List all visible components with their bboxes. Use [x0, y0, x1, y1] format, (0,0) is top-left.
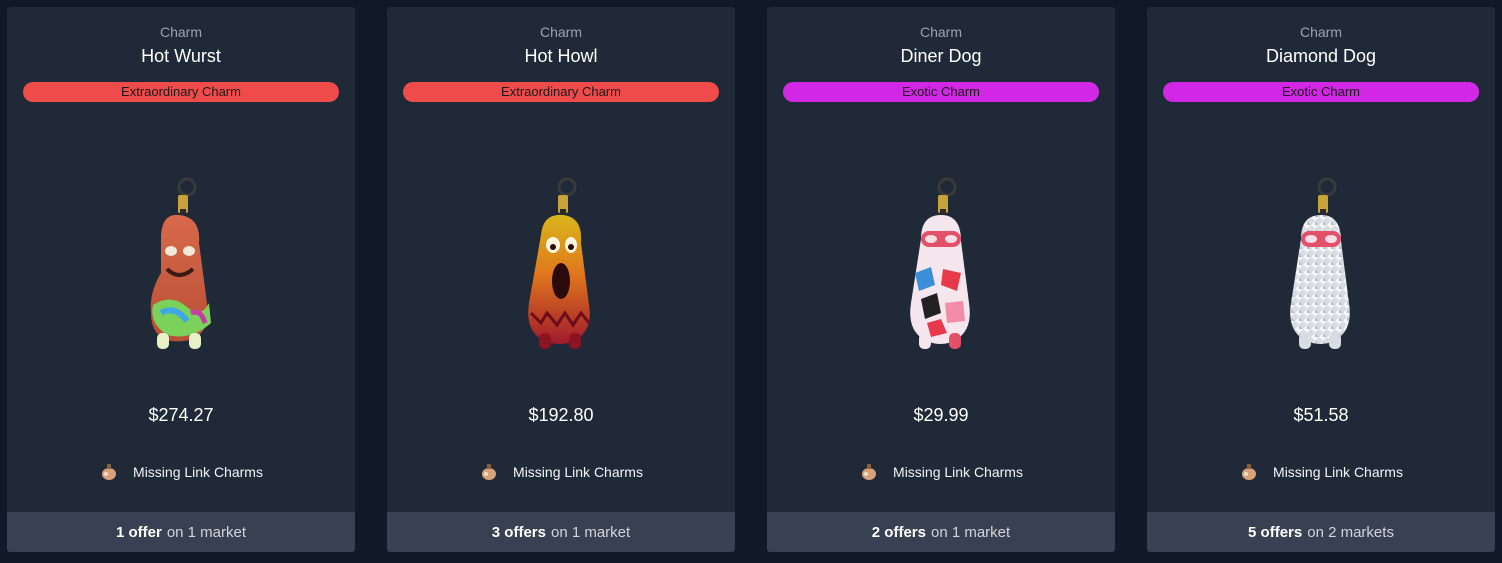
markets-count: on 1 market [166, 523, 247, 541]
item-price: $51.58 [1293, 405, 1349, 425]
item-price: $29.99 [913, 405, 969, 425]
collection-link[interactable]: Missing Link Charms [7, 462, 355, 482]
rarity-badge: Extraordinary Charm [23, 82, 339, 102]
offers-count: 2 offers [871, 523, 926, 541]
item-type-label: Charm [159, 24, 202, 40]
diner-dog-charm-image [910, 177, 970, 349]
charm-card-diner-dog[interactable]: Charm Diner Dog Exotic Charm $29.99 Miss… [767, 7, 1115, 552]
markets-count: on 2 markets [1307, 523, 1394, 541]
rarity-badge: Extraordinary Charm [403, 82, 719, 102]
collection-name: Missing Link Charms [133, 464, 263, 480]
collection-name: Missing Link Charms [1273, 464, 1403, 480]
collection-link[interactable]: Missing Link Charms [1147, 462, 1495, 482]
hot-wurst-charm-image [150, 177, 211, 349]
missing-link-icon [482, 464, 497, 480]
missing-link-icon [102, 464, 117, 480]
item-type-label: Charm [1299, 24, 1342, 40]
rarity-badge: Exotic Charm [783, 82, 1099, 102]
item-price: $274.27 [148, 405, 214, 425]
offers-count: 3 offers [491, 523, 546, 541]
offers-count: 5 offers [1248, 523, 1303, 541]
item-type-label: Charm [539, 24, 582, 40]
item-price: $192.80 [528, 405, 594, 425]
collection-link[interactable]: Missing Link Charms [767, 462, 1115, 482]
charm-card-hot-howl[interactable]: Charm Hot Howl Extraordinary Charm $192.… [387, 7, 735, 552]
offers-footer[interactable]: 1 offer on 1 market [7, 512, 355, 552]
missing-link-icon [1242, 464, 1257, 480]
item-name: Diamond Dog [1265, 46, 1377, 66]
item-name: Hot Howl [524, 46, 598, 66]
charm-card-hot-wurst[interactable]: Charm Hot Wurst Extraordinary Charm $274… [7, 7, 355, 552]
hot-howl-charm-image [528, 177, 591, 349]
diamond-dog-charm-image [1290, 177, 1350, 349]
offers-footer[interactable]: 2 offers on 1 market [767, 512, 1115, 552]
offers-footer[interactable]: 5 offers on 2 markets [1147, 512, 1495, 552]
offers-footer[interactable]: 3 offers on 1 market [387, 512, 735, 552]
missing-link-icon [862, 464, 877, 480]
rarity-badge: Exotic Charm [1163, 82, 1479, 102]
collection-link[interactable]: Missing Link Charms [387, 462, 735, 482]
collection-name: Missing Link Charms [513, 464, 643, 480]
collection-name: Missing Link Charms [893, 464, 1023, 480]
item-name: Hot Wurst [141, 46, 221, 66]
offers-count: 1 offer [115, 523, 162, 541]
charm-card-diamond-dog[interactable]: Charm Diamond Dog Exotic Charm $51.58 Mi… [1147, 7, 1495, 552]
markets-count: on 1 market [930, 523, 1011, 541]
markets-count: on 1 market [550, 523, 631, 541]
charm-card-grid: Charm Hot Wurst Extraordinary Charm $274… [7, 7, 1495, 552]
item-name: Diner Dog [900, 46, 982, 66]
item-type-label: Charm [919, 24, 962, 40]
